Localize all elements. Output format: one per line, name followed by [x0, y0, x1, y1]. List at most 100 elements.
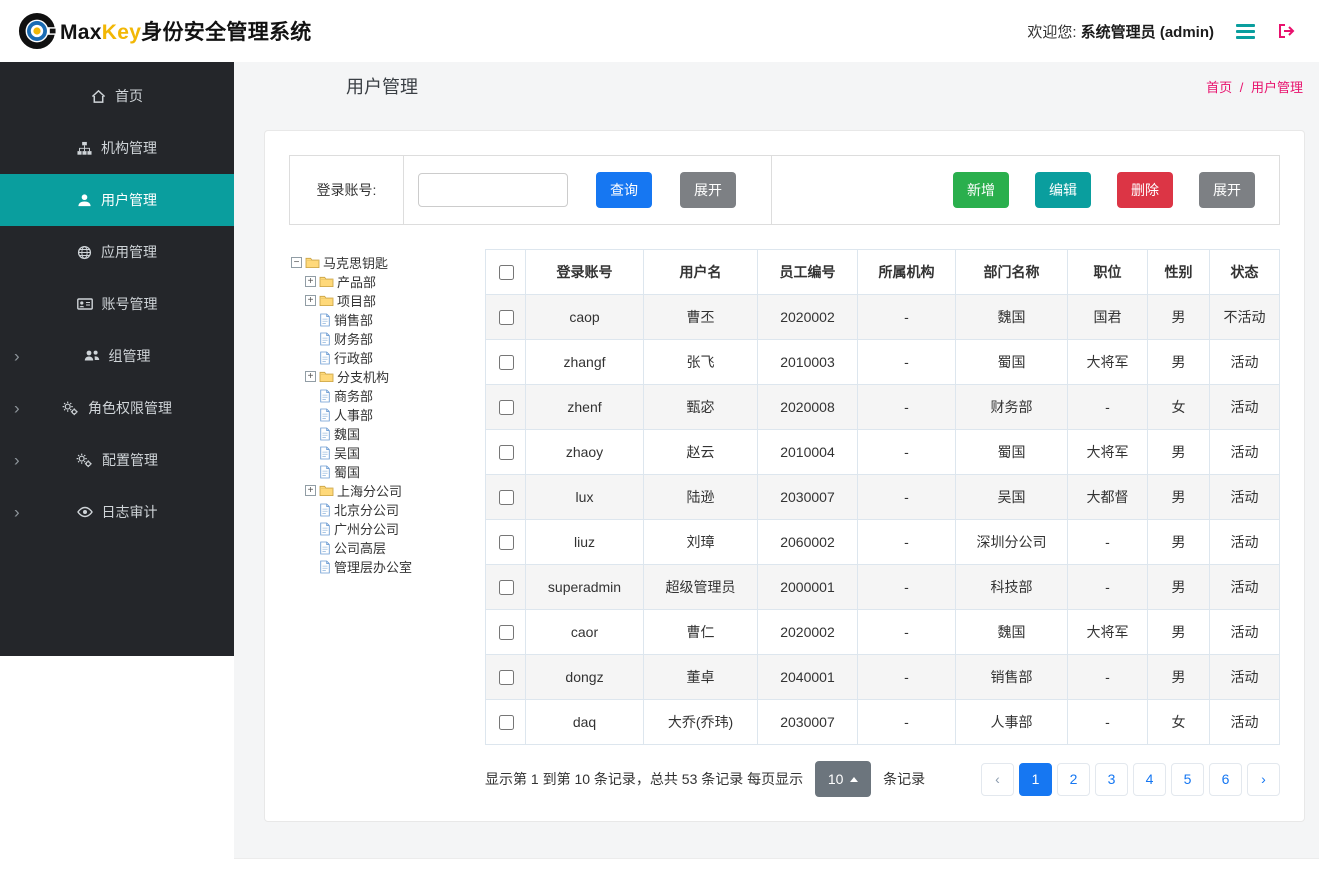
table-cell: -: [1067, 654, 1148, 700]
select-all-checkbox[interactable]: [498, 264, 514, 280]
table-row[interactable]: lux 陆逊 2030007- 吴国 大都督男活动: [485, 474, 1280, 520]
table-cell: -: [857, 654, 956, 700]
caret-up-icon: [850, 776, 859, 782]
add-button[interactable]: 新增: [953, 172, 1009, 208]
sidebar-item-groups[interactable]: › 组管理: [0, 330, 234, 382]
tree-expand-icon[interactable]: +: [305, 295, 316, 306]
folder-icon: [319, 484, 334, 497]
breadcrumb-home-link[interactable]: 首页: [1206, 80, 1232, 95]
tree-node[interactable]: 销售部: [291, 310, 479, 329]
delete-button[interactable]: 删除: [1117, 172, 1173, 208]
row-checkbox[interactable]: [498, 309, 514, 325]
table-row[interactable]: zhenf 甄宓 2020008- 财务部 - 女活动: [485, 384, 1280, 430]
table-row[interactable]: liuz 刘璋 2060002- 深圳分公司 - 男活动: [485, 519, 1280, 565]
tree-node[interactable]: 商务部: [291, 386, 479, 405]
tree-node-label: 人事部: [334, 408, 374, 423]
tree-node[interactable]: − 马克思钥匙: [291, 253, 479, 272]
table-cell: zhenf: [525, 384, 644, 430]
row-checkbox[interactable]: [498, 489, 514, 505]
table-cell: 活动: [1209, 564, 1280, 610]
tree-node[interactable]: + 分支机构: [291, 367, 479, 386]
tree-node[interactable]: 管理层办公室: [291, 557, 479, 576]
table-row[interactable]: daq 大乔(乔玮) 2030007- 人事部 - 女活动: [485, 699, 1280, 745]
sidebar-item-apps[interactable]: 应用管理: [0, 226, 234, 278]
table-cell: 活动: [1209, 474, 1280, 520]
pagination-page-5[interactable]: 5: [1171, 762, 1204, 796]
row-checkbox[interactable]: [498, 714, 514, 730]
column-header: 职位: [1067, 249, 1148, 295]
table-row[interactable]: zhangf 张飞 2010003- 蜀国 大将军男活动: [485, 339, 1280, 385]
table-cell: 国君: [1067, 294, 1148, 340]
tree-node[interactable]: + 产品部: [291, 272, 479, 291]
table-cell: 不活动: [1209, 294, 1280, 340]
table-body: caop 曹丕 2020002- 魏国 国君男不活动 zhangf 张飞 2010003- 蜀国…: [485, 294, 1280, 745]
tree-expand-icon[interactable]: +: [305, 371, 316, 382]
sidebar-item-label: 机构管理: [101, 140, 157, 156]
table-cell: 董卓: [643, 654, 758, 700]
sidebar-item-config[interactable]: › 配置管理: [0, 434, 234, 486]
sidebar-item-home[interactable]: 首页: [0, 70, 234, 122]
row-checkbox[interactable]: [498, 399, 514, 415]
tree-node[interactable]: 北京分公司: [291, 500, 479, 519]
query-button[interactable]: 查询: [596, 172, 652, 208]
logout-icon[interactable]: [1277, 22, 1297, 40]
sidebar-item-org[interactable]: 机构管理: [0, 122, 234, 174]
pagination-page-2[interactable]: 2: [1057, 762, 1090, 796]
table-row[interactable]: zhaoy 赵云 2010004- 蜀国 大将军男活动: [485, 429, 1280, 475]
expand-search-button[interactable]: 展开: [680, 172, 736, 208]
table-row[interactable]: caor 曹仁 2020002- 魏国 大将军男活动: [485, 609, 1280, 655]
tree-node[interactable]: 广州分公司: [291, 519, 479, 538]
tree-expand-icon[interactable]: +: [305, 276, 316, 287]
pagination-page-1[interactable]: 1: [1019, 762, 1052, 796]
column-header: 所属机构: [857, 249, 956, 295]
row-checkbox[interactable]: [498, 669, 514, 685]
menu-toggle-icon[interactable]: [1234, 22, 1257, 41]
row-checkbox[interactable]: [498, 534, 514, 550]
table-cell: liuz: [525, 519, 644, 565]
sidebar-item-roles[interactable]: › 角色权限管理: [0, 382, 234, 434]
table-row[interactable]: caop 曹丕 2020002- 魏国 国君男不活动: [485, 294, 1280, 340]
tree-node[interactable]: 吴国: [291, 443, 479, 462]
header-actions: 欢迎您: 系统管理员 (admin): [1027, 21, 1297, 42]
tree-node-label: 吴国: [334, 446, 361, 461]
tree-node[interactable]: 行政部: [291, 348, 479, 367]
footer: [234, 858, 1319, 876]
welcome-prefix: 欢迎您:: [1027, 23, 1077, 41]
tree-node-label: 分支机构: [337, 370, 390, 385]
edit-button[interactable]: 编辑: [1035, 172, 1091, 208]
table-row[interactable]: superadmin 超级管理员 2000001- 科技部 - 男活动: [485, 564, 1280, 610]
page-size-select[interactable]: 10: [815, 761, 872, 797]
org-tree: − 马克思钥匙 + 产品部 + 项目部 销售部 财务部 行政部 + 分支机构 商务部人事部 魏国吴国 蜀国…: [289, 249, 485, 797]
sidebar-item-label: 首页: [115, 88, 143, 104]
sidebar-item-accounts[interactable]: 账号管理: [0, 278, 234, 330]
breadcrumb-separator: /: [1239, 79, 1244, 95]
pagination-page-4[interactable]: 4: [1133, 762, 1166, 796]
row-checkbox[interactable]: [498, 579, 514, 595]
expand-actions-button[interactable]: 展开: [1199, 172, 1255, 208]
tree-node[interactable]: 魏国: [291, 424, 479, 443]
brand[interactable]: MaxKey身份安全管理系统: [18, 12, 312, 50]
pagination-page-3[interactable]: 3: [1095, 762, 1128, 796]
row-checkbox[interactable]: [498, 444, 514, 460]
table-cell: caop: [525, 294, 644, 340]
sidebar-item-audit[interactable]: › 日志审计: [0, 486, 234, 538]
pagination-prev-button[interactable]: ‹: [981, 762, 1014, 796]
row-checkbox[interactable]: [498, 354, 514, 370]
table-cell: -: [857, 429, 956, 475]
tree-node[interactable]: 蜀国: [291, 462, 479, 481]
tree-expand-icon[interactable]: +: [305, 485, 316, 496]
tree-collapse-icon[interactable]: −: [291, 257, 302, 268]
login-account-input[interactable]: [418, 173, 568, 207]
tree-node[interactable]: 财务部: [291, 329, 479, 348]
table-row[interactable]: dongz 董卓 2040001- 销售部 - 男活动: [485, 654, 1280, 700]
page-head: 用户管理 首页 / 用户管理: [234, 62, 1319, 110]
tree-node[interactable]: + 项目部: [291, 291, 479, 310]
tree-node[interactable]: 公司高层: [291, 538, 479, 557]
tree-node[interactable]: 人事部: [291, 405, 479, 424]
sidebar-item-label: 应用管理: [101, 244, 157, 260]
pagination-page-6[interactable]: 6: [1209, 762, 1242, 796]
pagination-next-button[interactable]: ›: [1247, 762, 1280, 796]
tree-node[interactable]: + 上海分公司: [291, 481, 479, 500]
row-checkbox[interactable]: [498, 624, 514, 640]
sidebar-item-users[interactable]: 用户管理: [0, 174, 234, 226]
